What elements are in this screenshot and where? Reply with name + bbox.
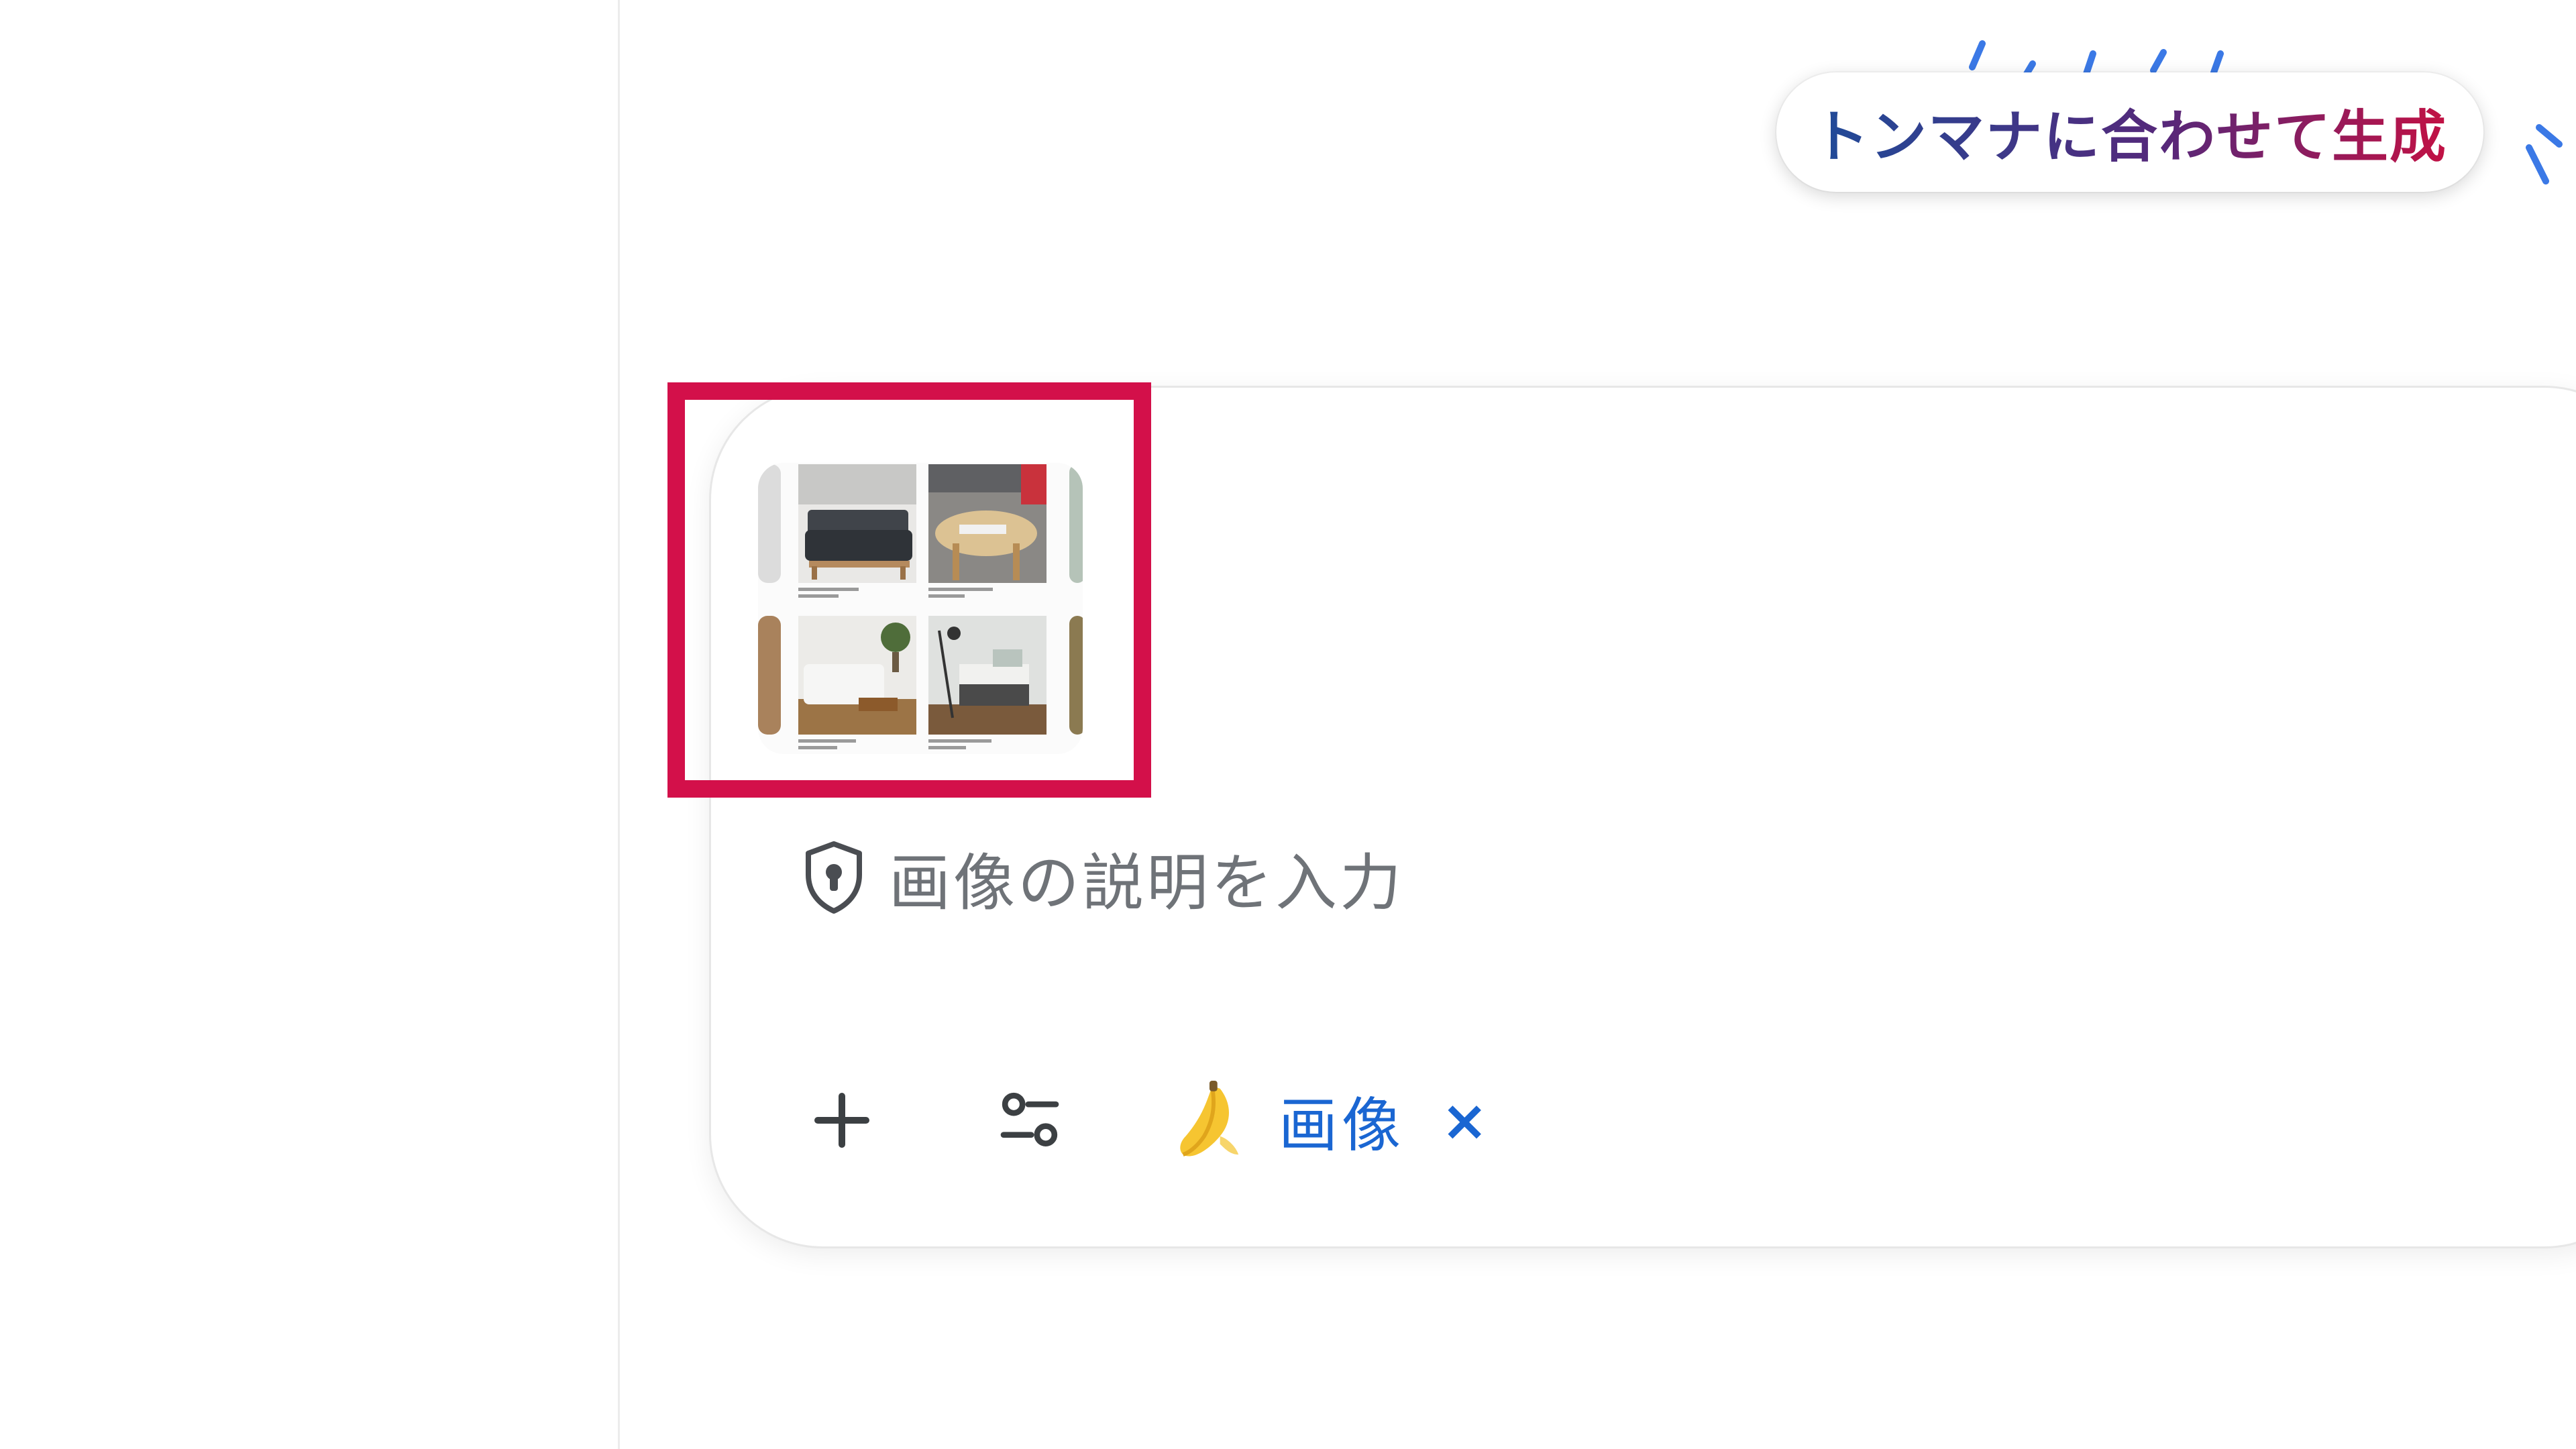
tools-button[interactable] [993, 1083, 1067, 1157]
composer-toolbar: 画像 × [805, 1073, 1488, 1167]
banana-icon [1180, 1081, 1239, 1157]
sidebar-divider [618, 0, 620, 1449]
attachment-highlight-frame [667, 382, 1151, 798]
prompt-input[interactable]: 画像の説明を入力 [889, 833, 1404, 922]
close-icon[interactable]: × [1441, 1092, 1488, 1148]
image-tool-chip-label[interactable]: 画像 [1279, 1078, 1405, 1163]
shield-lock-icon [806, 841, 862, 914]
tune-icon [1000, 1092, 1059, 1146]
plus-icon [814, 1093, 869, 1148]
add-button[interactable] [805, 1083, 879, 1157]
callout-text: トンマナに合わせて生成 [1813, 92, 2447, 173]
prompt-input-row[interactable]: 画像の説明を入力 [802, 837, 1404, 919]
callout-badge: トンマナに合わせて生成 [1776, 72, 2483, 192]
